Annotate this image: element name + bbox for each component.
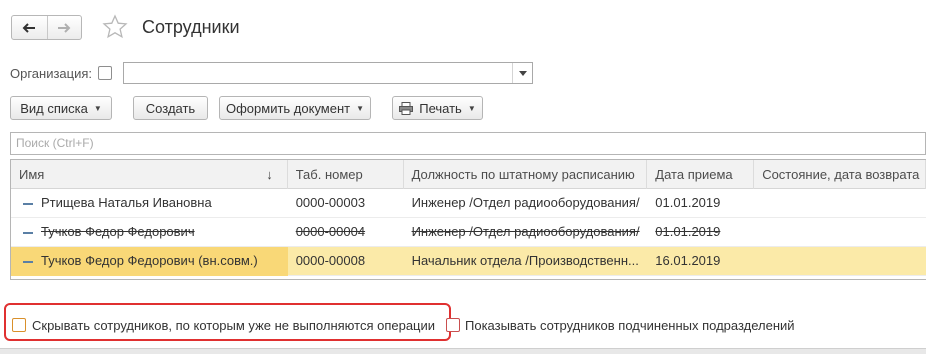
column-header-state[interactable]: Состояние, дата возврата: [754, 160, 926, 189]
show-subordinate-checkbox[interactable]: [446, 318, 460, 332]
make-document-button[interactable]: Оформить документ ▼: [219, 96, 371, 120]
navigation-buttons: [11, 15, 82, 40]
table-row[interactable]: Ртищева Наталья Ивановна 0000-00003 Инже…: [11, 189, 926, 218]
bottom-divider: [0, 348, 926, 354]
chevron-down-icon: ▼: [467, 103, 476, 113]
hire-date: 01.01.2019: [655, 224, 721, 239]
column-header-hire-date[interactable]: Дата приема: [647, 160, 755, 189]
position: Инженер /Отдел радиооборудования/: [411, 195, 640, 210]
column-header-name[interactable]: Имя ↓: [11, 160, 288, 189]
state: [754, 189, 926, 218]
hire-date: 01.01.2019: [655, 195, 721, 210]
column-header-label: Имя: [19, 167, 45, 182]
organization-select[interactable]: [123, 62, 533, 84]
hire-date: 16.01.2019: [655, 253, 721, 268]
show-subordinate-label[interactable]: Показывать сотрудников подчиненных подра…: [465, 318, 795, 333]
tab-number: 0000-00003: [295, 195, 366, 210]
position: Инженер /Отдел радиооборудования/: [411, 224, 640, 239]
employee-name: Ртищева Наталья Ивановна: [41, 195, 212, 210]
forward-button[interactable]: [46, 16, 82, 39]
hide-inactive-checkbox[interactable]: [12, 318, 26, 332]
view-list-label: Вид списка: [20, 100, 88, 116]
state: [754, 247, 926, 276]
printer-icon: [399, 101, 414, 115]
row-marker-icon: [23, 260, 33, 263]
column-header-position[interactable]: Должность по штатному расписанию: [404, 160, 648, 189]
arrow-right-icon: [58, 22, 71, 33]
employees-table: Имя ↓ Таб. номер Должность по штатному р…: [10, 159, 926, 280]
column-header-tab-number[interactable]: Таб. номер: [288, 160, 404, 189]
employee-name: Тучков Федор Федорович (вн.совм.): [41, 253, 258, 268]
chevron-down-icon: ▼: [93, 103, 102, 113]
table-header: Имя ↓ Таб. номер Должность по штатному р…: [11, 160, 926, 189]
print-label: Печать: [419, 100, 462, 116]
position: Начальник отдела /Производственн...: [411, 253, 639, 268]
view-list-button[interactable]: Вид списка ▼: [10, 96, 112, 120]
arrow-left-icon: [22, 22, 36, 33]
organization-filter-checkbox[interactable]: [98, 66, 112, 80]
table-row[interactable]: Тучков Федор Федорович 0000-00004 Инжене…: [11, 218, 926, 247]
row-marker-icon: [23, 231, 33, 234]
organization-label: Организация:: [10, 66, 93, 81]
employee-name: Тучков Федор Федорович: [41, 224, 195, 239]
search-input[interactable]: Поиск (Ctrl+F): [10, 132, 926, 155]
chevron-down-icon: ▼: [356, 103, 365, 113]
hide-inactive-label[interactable]: Скрывать сотрудников, по которым уже не …: [32, 318, 435, 333]
create-button[interactable]: Создать: [133, 96, 208, 120]
state: [754, 218, 926, 247]
tab-number: 0000-00004: [295, 224, 366, 239]
chevron-down-icon: [518, 70, 527, 76]
create-label: Создать: [145, 100, 196, 116]
tab-number: 0000-00008: [295, 253, 366, 268]
make-document-label: Оформить документ: [225, 100, 351, 116]
back-button[interactable]: [12, 16, 47, 39]
sort-arrow-icon: ↓: [266, 167, 273, 182]
page-title: Сотрудники: [142, 17, 240, 37]
row-marker-icon: [23, 202, 33, 205]
print-button[interactable]: Печать ▼: [392, 96, 483, 120]
favorite-star-icon[interactable]: [102, 14, 128, 40]
dropdown-button[interactable]: [512, 63, 532, 83]
table-row-selected[interactable]: Тучков Федор Федорович (вн.совм.) 0000-0…: [11, 247, 926, 276]
